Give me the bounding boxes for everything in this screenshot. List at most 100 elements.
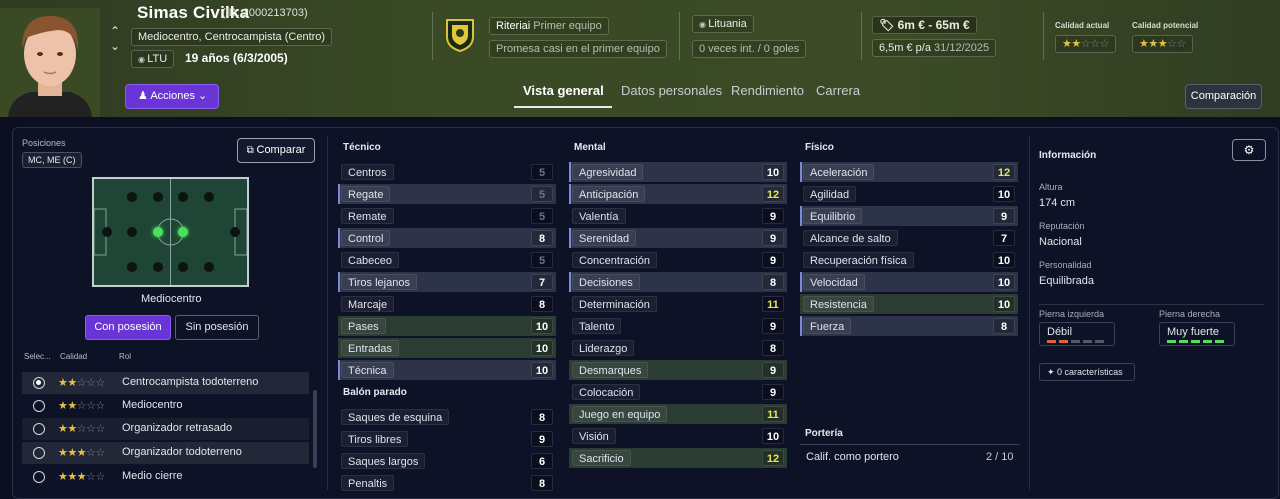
club-badge-icon[interactable] (444, 17, 476, 58)
roles-scrollbar[interactable] (313, 390, 317, 468)
radio[interactable] (33, 400, 45, 412)
chevron-up-icon[interactable]: ⌃ (108, 25, 122, 37)
attr-tiros-lejanos[interactable]: Tiros lejanos 7 (338, 272, 556, 292)
role-row[interactable]: ★★☆☆☆ Centrocampista todoterreno (22, 372, 309, 394)
club-status-chip: Promesa casi en el primer equipo (489, 40, 667, 58)
attr-entradas[interactable]: Entradas 10 (338, 338, 556, 358)
attr-velocidad[interactable]: Velocidad 10 (800, 272, 1018, 292)
tag-icon: 🏷 (879, 18, 898, 32)
radio[interactable] (33, 471, 45, 483)
attr-penaltis[interactable]: Penaltis 8 (338, 473, 556, 493)
role-name: Centrocampista todoterreno (122, 376, 259, 388)
attr-name: Velocidad (803, 274, 865, 290)
height-value: 174 cm (1039, 197, 1076, 209)
attr-talento[interactable]: Talento 9 (569, 316, 787, 336)
attr-name: Concentración (572, 252, 657, 268)
tab-datos-personales[interactable]: Datos personales (621, 83, 722, 98)
club-chip[interactable]: Riteriai Primer equipo (489, 17, 609, 35)
attr-liderazgo[interactable]: Liderazgo 8 (569, 338, 787, 358)
attr-regate[interactable]: Regate 5 (338, 184, 556, 204)
role-row[interactable]: ★★☆☆☆ Mediocentro (22, 395, 309, 417)
attr-value: 12 (993, 164, 1015, 180)
tab-rendimiento[interactable]: Rendimiento (731, 83, 804, 98)
role-name: Organizador todoterreno (122, 446, 242, 458)
attr-cabeceo[interactable]: Cabeceo 5 (338, 250, 556, 270)
value-chip[interactable]: 🏷 6m € - 65m € (872, 16, 977, 34)
divider (1029, 136, 1030, 490)
attr-decisiones[interactable]: Decisiones 8 (569, 272, 787, 292)
attr-name: Entradas (341, 340, 400, 356)
attr-saques-largos[interactable]: Saques largos 6 (338, 451, 556, 471)
attr-name: Equilibrio (803, 208, 863, 224)
player-photo (0, 8, 100, 117)
attr-tecnica[interactable]: Técnica 10 (338, 360, 556, 380)
attr-name: Saques largos (341, 453, 426, 469)
traits-chip[interactable]: ✦ 0 características (1039, 363, 1135, 381)
role-row[interactable]: ★★☆☆☆ Organizador retrasado (22, 418, 309, 440)
attr-valentia[interactable]: Valentía 9 (569, 206, 787, 226)
attr-aceleracion[interactable]: Aceleración 12 (800, 162, 1018, 182)
attr-equilibrio[interactable]: Equilibrio 9 (800, 206, 1018, 226)
tab-carrera[interactable]: Carrera (816, 83, 860, 98)
attr-vision[interactable]: Visión 10 (569, 426, 787, 446)
country-chip[interactable]: ◉ Lituania (692, 15, 754, 33)
attr-value: 9 (762, 384, 784, 400)
attr-name: Talento (572, 318, 622, 334)
attr-value: 6 (531, 453, 553, 469)
attr-name: Sacrificio (572, 450, 631, 466)
attr-value: 8 (993, 318, 1015, 334)
comparison-button[interactable]: Comparación (1185, 84, 1262, 109)
attr-agilidad[interactable]: Agilidad 10 (800, 184, 1018, 204)
radio-selected[interactable] (33, 377, 45, 389)
attr-name: Resistencia (803, 296, 874, 312)
attr-name: Desmarques (572, 362, 649, 378)
attr-value: 10 (993, 186, 1015, 202)
attr-recuperacion-fisica[interactable]: Recuperación física 10 (800, 250, 1018, 270)
attr-remate[interactable]: Remate 5 (338, 206, 556, 226)
wage: 6,5m € p/a (879, 42, 931, 54)
attr-pases[interactable]: Pases 10 (338, 316, 556, 336)
attr-name: Decisiones (572, 274, 640, 290)
attr-sacrificio[interactable]: Sacrificio 12 (569, 448, 787, 468)
attr-name: Remate (341, 208, 394, 224)
attr-fuerza[interactable]: Fuerza 8 (800, 316, 1018, 336)
role-row[interactable]: ★★★☆☆ Organizador todoterreno (22, 442, 309, 464)
attr-anticipacion[interactable]: Anticipación 12 (569, 184, 787, 204)
right-foot-value: Muy fuerte (1167, 326, 1219, 338)
divider (327, 136, 328, 490)
nation-code: LTU (147, 53, 168, 65)
personality-value: Equilibrada (1039, 275, 1095, 287)
position-dot-mc (153, 227, 163, 237)
actions-button[interactable]: ♟ Acciones ⌄ (125, 84, 219, 109)
attr-centros[interactable]: Centros 5 (338, 162, 556, 182)
attr-alcance-salto[interactable]: Alcance de salto 7 (800, 228, 1018, 248)
attr-value: 9 (993, 208, 1015, 224)
attr-determinacion[interactable]: Determinación 11 (569, 294, 787, 314)
toggle-sin-posesion[interactable]: Sin posesión (175, 315, 259, 340)
attr-concentracion[interactable]: Concentración 9 (569, 250, 787, 270)
attr-saques-esquina[interactable]: Saques de esquina 8 (338, 407, 556, 427)
attr-desmarques[interactable]: Desmarques 9 (569, 360, 787, 380)
role-row[interactable]: ★★★☆☆ Medio cierre (22, 466, 309, 488)
divider (432, 12, 433, 60)
caps-chip: 0 veces int. / 0 goles (692, 40, 807, 58)
attr-serenidad[interactable]: Serenidad 9 (569, 228, 787, 248)
profile-settings-icon[interactable]: ⚙ (1232, 139, 1266, 161)
compare-button[interactable]: ⧉ Comparar (237, 138, 315, 163)
attr-tiros-libres[interactable]: Tiros libres 9 (338, 429, 556, 449)
attr-control[interactable]: Control 8 (338, 228, 556, 248)
attr-marcaje[interactable]: Marcaje 8 (338, 294, 556, 314)
attr-agresividad[interactable]: Agresividad 10 (569, 162, 787, 182)
radio[interactable] (33, 447, 45, 459)
attr-value: 10 (531, 340, 553, 356)
flag-icon: ◉ (138, 55, 148, 64)
toggle-con-posesion[interactable]: Con posesión (85, 315, 171, 340)
tab-vista-general[interactable]: Vista general (523, 83, 604, 98)
chevron-down-icon[interactable]: ⌄ (108, 40, 122, 52)
attr-juego-en-equipo[interactable]: Juego en equipo 11 (569, 404, 787, 424)
attr-colocacion[interactable]: Colocación 9 (569, 382, 787, 402)
radio[interactable] (33, 423, 45, 435)
attr-name: Fuerza (803, 318, 852, 334)
attr-resistencia[interactable]: Resistencia 10 (800, 294, 1018, 314)
attr-name: Tiros lejanos (341, 274, 417, 290)
